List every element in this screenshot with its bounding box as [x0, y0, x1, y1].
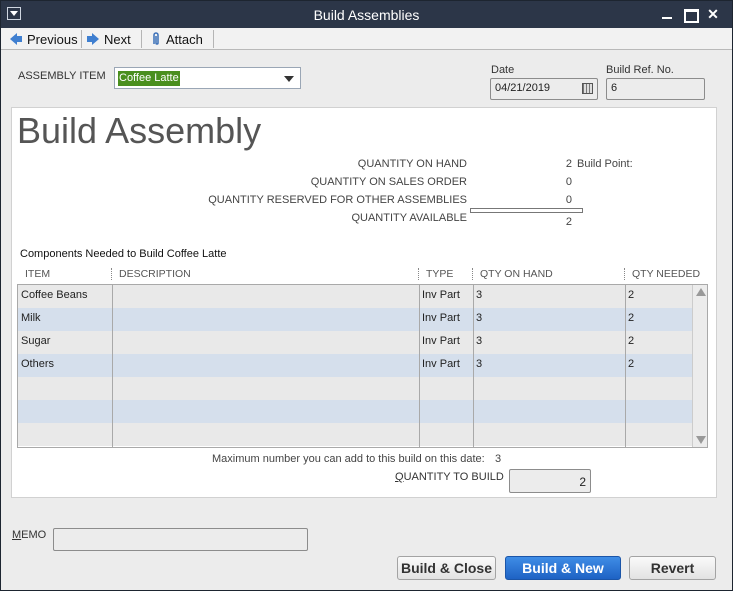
column-divider[interactable]	[472, 268, 474, 280]
column-header-description[interactable]: DESCRIPTION	[119, 268, 191, 280]
build-ref-value: 6	[611, 82, 618, 94]
cell-qty-on-hand[interactable]: 3	[476, 358, 482, 370]
maximize-button[interactable]	[682, 6, 699, 23]
table-row[interactable]: Coffee Beans Inv Part 3 2	[18, 285, 693, 308]
toolbar: Previous Next Attach	[1, 28, 732, 50]
chevron-down-icon[interactable]	[284, 76, 294, 82]
toolbar-divider	[213, 30, 214, 48]
column-header-qty-needed[interactable]: QTY NEEDED	[632, 268, 700, 280]
qty-reserved-value: 0	[565, 194, 572, 206]
revert-button[interactable]: Revert	[629, 556, 716, 580]
table-row-empty[interactable]	[18, 423, 693, 446]
column-divider[interactable]	[111, 268, 113, 280]
cell-type[interactable]: Inv Part	[422, 335, 460, 347]
table-header: ITEM DESCRIPTION TYPE QTY ON HAND QTY NE…	[18, 266, 708, 283]
memo-text: EMO	[21, 529, 47, 541]
cell-item[interactable]: Sugar	[21, 335, 50, 347]
table-row[interactable]: Milk Inv Part 3 2	[18, 308, 693, 331]
qty-available-label: QUANTITY AVAILABLE	[351, 212, 467, 224]
arrow-right-icon	[87, 33, 99, 45]
column-header-type[interactable]: TYPE	[426, 268, 453, 280]
build-ref-field[interactable]: 6	[606, 78, 705, 100]
cell-qty-on-hand[interactable]: 3	[476, 335, 482, 347]
cell-item[interactable]: Coffee Beans	[21, 289, 87, 301]
build-and-new-button[interactable]: Build & New	[505, 556, 621, 580]
previous-button[interactable]: Previous	[10, 29, 78, 49]
title-bar: Build Assemblies ✕	[1, 1, 732, 28]
build-point-label: Build Point:	[577, 158, 633, 170]
memo-input[interactable]	[53, 528, 308, 551]
qty-on-hand-value: 2	[565, 158, 572, 170]
qty-on-sales-order-label: QUANTITY ON SALES ORDER	[310, 176, 467, 188]
cell-qty-needed[interactable]: 2	[628, 358, 634, 370]
assembly-item-dropdown[interactable]: Coffee Latte	[114, 67, 301, 89]
table-row[interactable]: Sugar Inv Part 3 2	[18, 331, 693, 354]
attach-label: Attach	[166, 31, 203, 47]
cell-qty-needed[interactable]: 2	[628, 289, 634, 301]
components-heading: Components Needed to Build Coffee Latte	[20, 248, 227, 260]
previous-label: Previous	[27, 31, 78, 47]
cell-qty-needed[interactable]: 2	[628, 312, 634, 324]
cell-item[interactable]: Others	[21, 358, 54, 370]
next-button[interactable]: Next	[87, 29, 131, 49]
date-field[interactable]: 04/21/2019	[490, 78, 598, 100]
quantity-to-build-input[interactable]: 2	[509, 469, 591, 493]
cell-qty-on-hand[interactable]: 3	[476, 289, 482, 301]
table-row-empty[interactable]	[18, 377, 693, 400]
cell-qty-on-hand[interactable]: 3	[476, 312, 482, 324]
cell-type[interactable]: Inv Part	[422, 289, 460, 301]
cell-qty-needed[interactable]: 2	[628, 335, 634, 347]
column-divider[interactable]	[418, 268, 420, 280]
cell-item[interactable]: Milk	[21, 312, 41, 324]
next-label: Next	[104, 31, 131, 47]
components-table: Coffee Beans Inv Part 3 2 Milk Inv Part …	[17, 284, 708, 448]
table-row[interactable]: Others Inv Part 3 2	[18, 354, 693, 377]
column-line	[625, 285, 626, 447]
calendar-icon[interactable]	[582, 83, 593, 94]
minimize-button[interactable]	[659, 6, 675, 22]
arrow-left-icon	[10, 33, 22, 45]
window-title: Build Assemblies	[313, 7, 420, 23]
qty-available-value: 2	[565, 216, 572, 228]
quantity-to-build-text: UANTITY TO BUILD	[403, 471, 504, 483]
column-divider[interactable]	[624, 268, 626, 280]
column-header-item[interactable]: ITEM	[25, 268, 50, 280]
scroll-up-icon[interactable]	[696, 288, 706, 296]
quantity-to-build-accel: Q	[395, 471, 404, 483]
build-assemblies-window: Build Assemblies ✕ Previous Next Attach …	[0, 0, 733, 591]
toolbar-divider	[81, 30, 82, 48]
memo-label: MEMO	[12, 529, 46, 541]
paperclip-icon	[153, 32, 159, 45]
column-line	[473, 285, 474, 447]
scroll-down-icon[interactable]	[696, 436, 706, 444]
vertical-scrollbar[interactable]	[692, 285, 707, 447]
column-header-qty-on-hand[interactable]: QTY ON HAND	[480, 268, 553, 280]
sum-divider	[470, 208, 583, 213]
assembly-item-value: Coffee Latte	[118, 71, 180, 86]
build-and-close-button[interactable]: Build & Close	[397, 556, 496, 580]
max-build-label: Maximum number you can add to this build…	[212, 453, 485, 465]
qty-reserved-label: QUANTITY RESERVED FOR OTHER ASSEMBLIES	[208, 194, 467, 206]
column-line	[419, 285, 420, 447]
cell-type[interactable]: Inv Part	[422, 312, 460, 324]
max-build-value: 3	[495, 453, 502, 465]
build-ref-label: Build Ref. No.	[606, 64, 674, 76]
date-value: 04/21/2019	[495, 82, 551, 94]
quantity-to-build-label: QUANTITY TO BUILD	[395, 471, 504, 483]
table-row-empty[interactable]	[18, 400, 693, 423]
date-label: Date	[491, 64, 515, 76]
close-button[interactable]: ✕	[705, 6, 721, 22]
qty-on-sales-order-value: 0	[565, 176, 572, 188]
toolbar-divider	[141, 30, 142, 48]
assembly-item-label: ASSEMBLY ITEM	[18, 70, 106, 82]
cell-type[interactable]: Inv Part	[422, 358, 460, 370]
qty-on-hand-label: QUANTITY ON HAND	[357, 158, 467, 170]
memo-accel: M	[12, 529, 22, 541]
attach-button[interactable]: Attach	[151, 29, 203, 49]
page-title: Build Assembly	[17, 110, 262, 151]
column-line	[112, 285, 113, 447]
